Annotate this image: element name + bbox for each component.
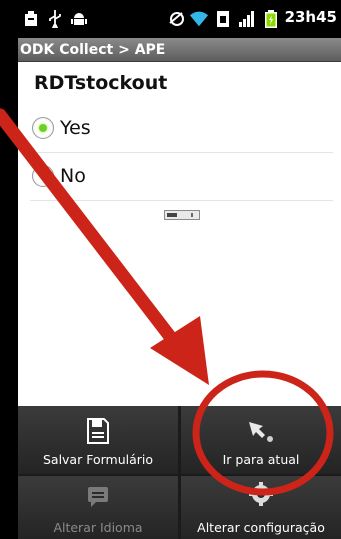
status-bar: 23h45 [18, 0, 341, 38]
form-content: RDTstockout Yes No [18, 62, 341, 406]
menu-go-to-current[interactable]: Ir para atual [181, 406, 341, 474]
save-icon [87, 418, 109, 448]
wifi-icon [190, 10, 208, 28]
option-no[interactable]: No [32, 154, 332, 198]
form-progress-indicator [164, 210, 200, 220]
status-time: 23h45 [284, 8, 337, 26]
battery-icon [262, 10, 280, 28]
option-yes[interactable]: Yes [32, 106, 332, 150]
option-divider [30, 200, 333, 201]
title-bar: ODK Collect > APE [18, 38, 341, 62]
menu-go-to-current-label: Ir para atual [222, 452, 300, 467]
option-divider [30, 152, 333, 153]
go-to-current-icon [247, 420, 275, 448]
signal-icon [238, 10, 256, 28]
question-label: RDTstockout [34, 72, 168, 94]
settings-icon [249, 482, 273, 510]
menu-change-language-label: Alterar Idioma [53, 520, 143, 535]
options-menu: Salvar Formulário Ir para atual Alterar [18, 406, 341, 539]
notification-icon [22, 10, 40, 28]
menu-change-settings-label: Alterar configuração [197, 520, 325, 535]
android-debug-icon [70, 10, 88, 28]
sim-icon [214, 10, 232, 28]
option-no-label: No [60, 165, 86, 187]
menu-change-settings[interactable]: Alterar configuração [181, 476, 341, 539]
progress-fill [167, 213, 177, 217]
alarm-icon [168, 10, 186, 28]
menu-save-form-label: Salvar Formulário [42, 452, 154, 467]
option-yes-label: Yes [60, 117, 91, 139]
progress-tick [191, 213, 193, 217]
phone-screen: 23h45 ODK Collect > APE RDTstockout Yes … [0, 0, 341, 539]
radio-unselected-icon[interactable] [32, 165, 54, 187]
language-icon [87, 486, 109, 512]
menu-change-language[interactable]: Alterar Idioma [18, 476, 178, 539]
usb-icon [46, 10, 64, 28]
menu-save-form[interactable]: Salvar Formulário [18, 406, 178, 474]
radio-selected-icon[interactable] [32, 117, 54, 139]
